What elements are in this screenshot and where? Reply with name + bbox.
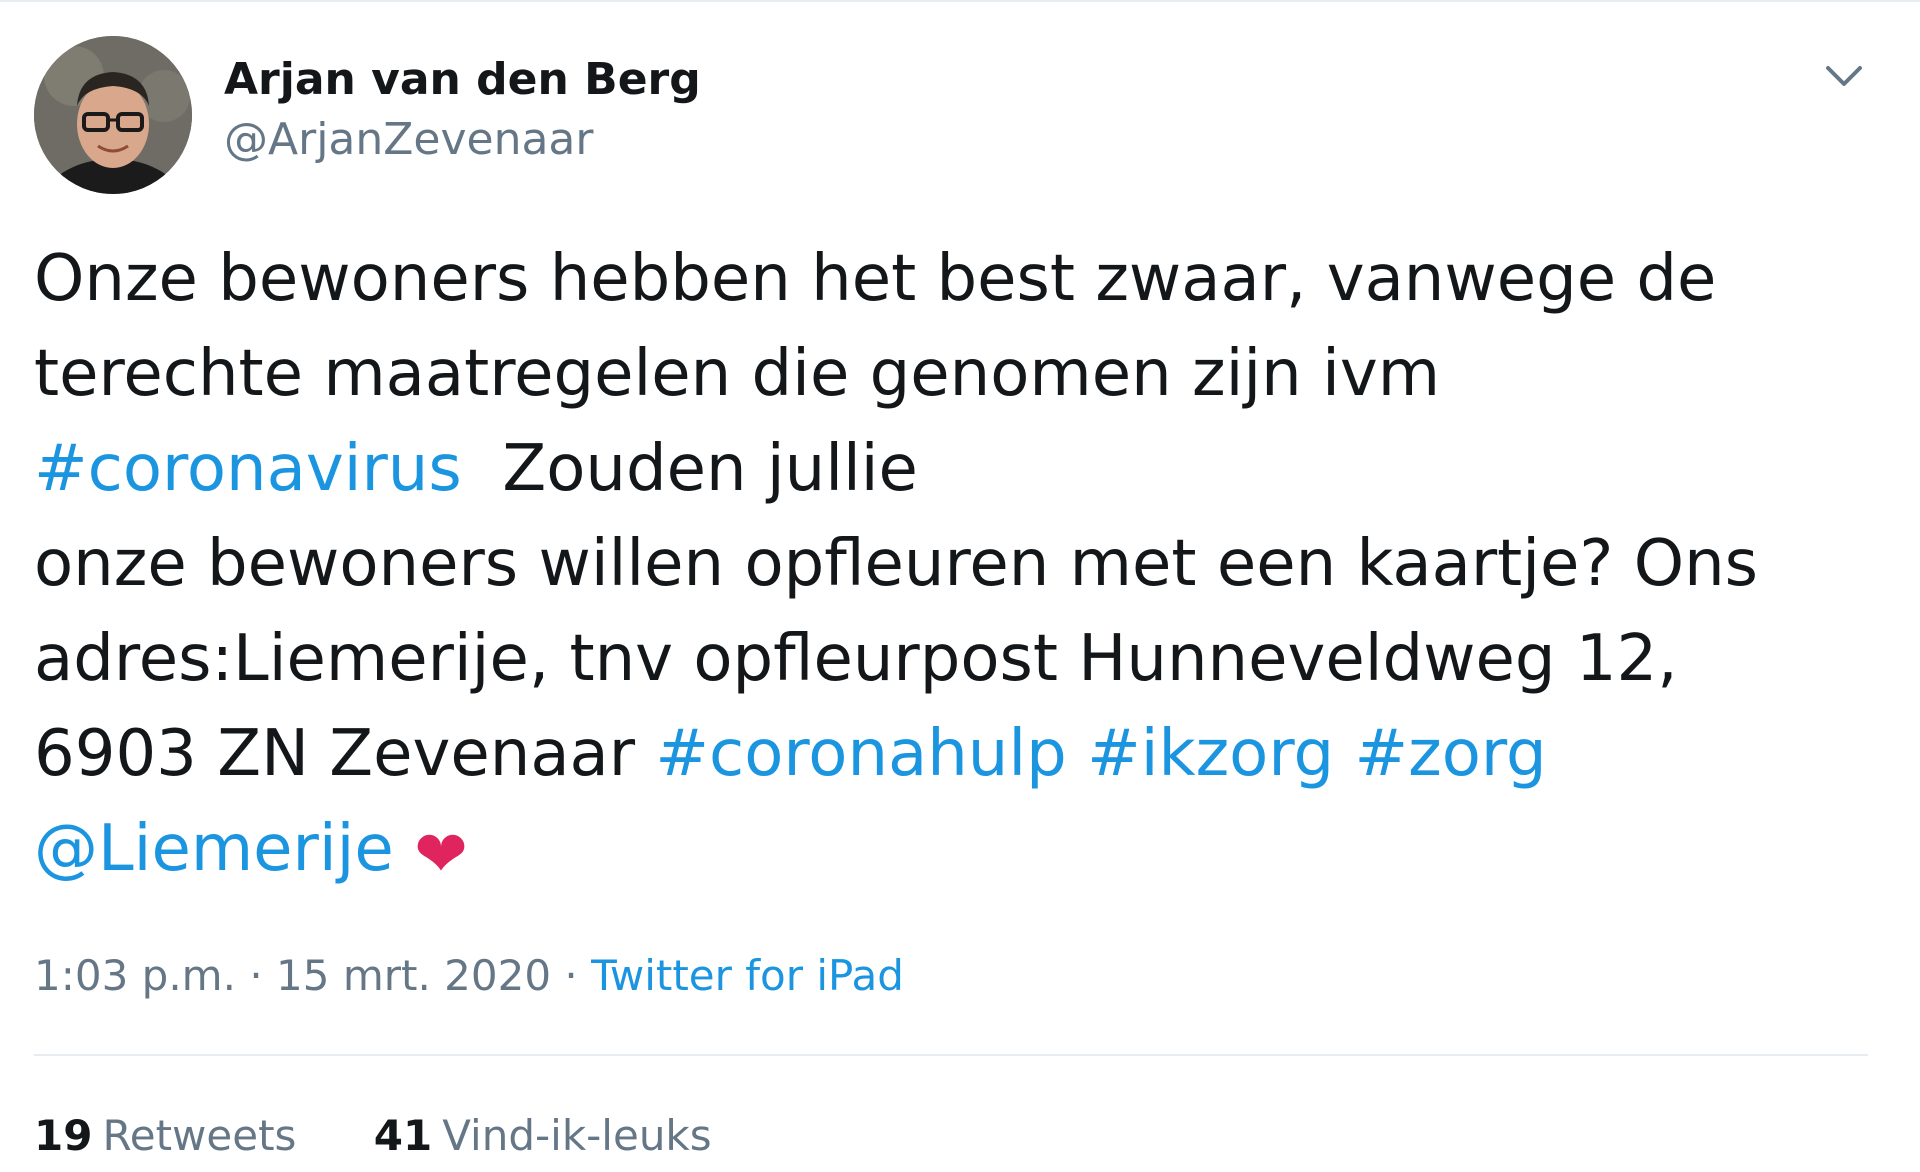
tweet-text-line: Onze bewoners hebben het best zwaar, van… — [34, 232, 1864, 327]
tweet-text-line: @Liemerije ❤ — [34, 802, 1864, 903]
tweet-text-segment: Zouden jullie — [461, 432, 918, 506]
tweet-text-segment: 6903 ZN Zevenaar — [34, 717, 656, 791]
chevron-down-icon[interactable] — [1820, 58, 1868, 94]
author-handle[interactable]: @ArjanZevenaar — [224, 110, 701, 170]
hashtag-link[interactable]: #coronahulp — [655, 717, 1066, 791]
tweet-text-segment: onze bewoners willen opfleuren met een k… — [34, 527, 1758, 601]
tweet-text-segment: Onze bewoners hebben het best zwaar, van… — [34, 242, 1717, 316]
tweet-meta: 1:03 p.m. · 15 mrt. 2020 · Twitter for i… — [34, 946, 904, 1006]
author-display-name[interactable]: Arjan van den Berg — [224, 50, 701, 110]
tweet-text-line: terechte maatregelen die genomen zijn iv… — [34, 327, 1864, 422]
tweet-source-link[interactable]: Twitter for iPad — [591, 951, 904, 1000]
tweet-card: Arjan van den Berg @ArjanZevenaar Onze b… — [0, 0, 1920, 1172]
tweet-text-segment — [1334, 717, 1354, 791]
hashtag-link[interactable]: #coronavirus — [34, 432, 462, 506]
tweet-text-segment: terechte maatregelen die genomen zijn iv… — [34, 337, 1441, 411]
tweet-time[interactable]: 1:03 p.m. — [34, 951, 236, 1000]
tweet-text-line: onze bewoners willen opfleuren met een k… — [34, 517, 1864, 612]
tweet-text-line: 6903 ZN Zevenaar #coronahulp #ikzorg #zo… — [34, 707, 1864, 802]
red-heart-icon: ❤ — [414, 818, 468, 892]
tweet-stats: 19 Retweets 41 Vind-ik-leuks — [34, 1106, 776, 1166]
tweet-text-line: adres:Liemerije, tnv opfleurpost Hunneve… — [34, 612, 1864, 707]
tweet-text-line: #coronavirus Zouden jullie — [34, 422, 1864, 517]
tweet-text-segment: adres:Liemerije, tnv opfleurpost Hunneve… — [34, 622, 1678, 696]
hashtag-link[interactable]: #zorg — [1354, 717, 1546, 791]
avatar-photo — [34, 36, 192, 194]
mention-link[interactable]: @Liemerije — [34, 812, 394, 886]
likes-label: Vind-ik-leuks — [442, 1111, 712, 1160]
retweets-label: Retweets — [102, 1111, 297, 1160]
hashtag-link[interactable]: #ikzorg — [1087, 717, 1334, 791]
tweet-text: Onze bewoners hebben het best zwaar, van… — [34, 232, 1864, 903]
avatar[interactable] — [34, 36, 192, 194]
retweets-stat[interactable]: 19 Retweets — [34, 1106, 296, 1166]
tweet-date[interactable]: 15 mrt. 2020 — [276, 951, 551, 1000]
meta-separator: · — [249, 951, 263, 1000]
meta-separator: · — [564, 951, 578, 1000]
retweets-count: 19 — [34, 1111, 93, 1160]
tweet-text-segment — [1067, 717, 1087, 791]
divider — [34, 1054, 1868, 1056]
likes-stat[interactable]: 41 Vind-ik-leuks — [374, 1106, 712, 1166]
likes-count: 41 — [373, 1111, 433, 1160]
tweet-text-segment — [394, 812, 414, 886]
author-block[interactable]: Arjan van den Berg @ArjanZevenaar — [224, 50, 701, 170]
